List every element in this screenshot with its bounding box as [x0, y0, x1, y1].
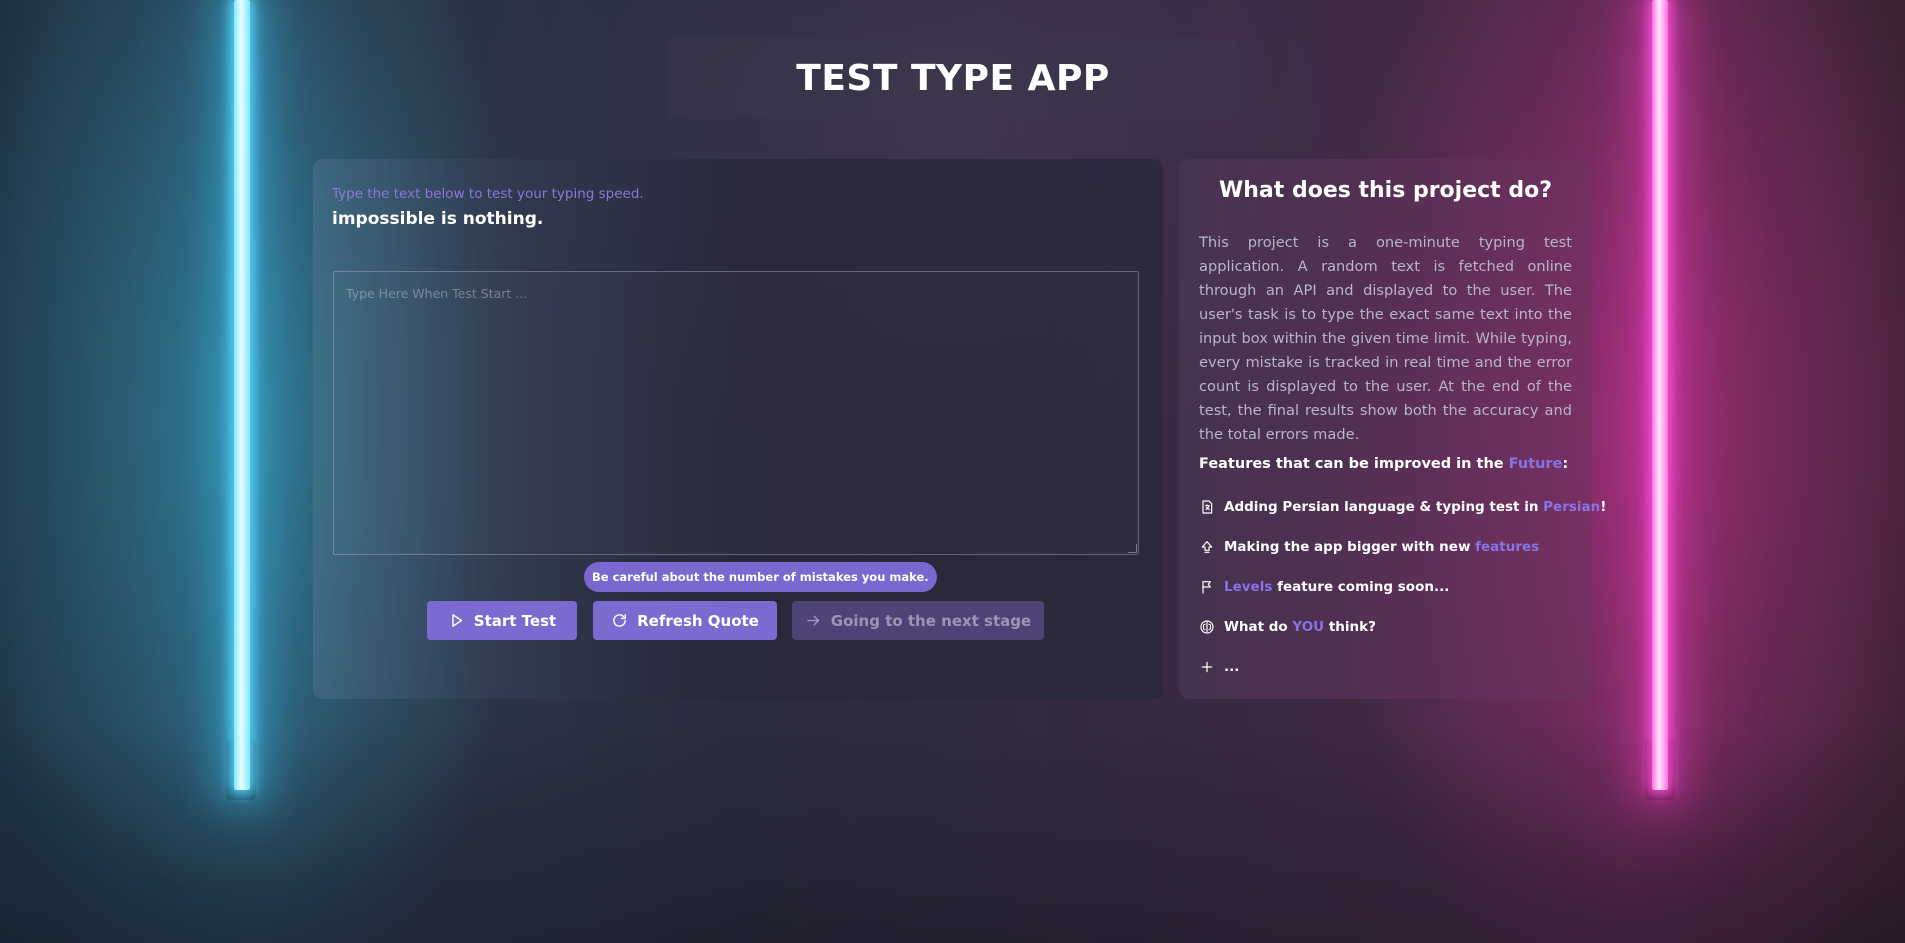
info-panel: What does this project do? This project … [1179, 159, 1606, 699]
feature-item-persian: Adding Persian language & typing test in… [1199, 499, 1606, 515]
feature-after-levels: feature coming soon... [1272, 579, 1450, 595]
features-title: Features that can be improved in the Fut… [1199, 456, 1568, 472]
feature-after-persian: ! [1600, 499, 1607, 515]
next-stage-label: Going to the next stage [830, 611, 1032, 630]
plus-icon [1201, 661, 1213, 673]
flag-icon [1202, 581, 1211, 594]
feature-after-more: ... [1224, 659, 1240, 675]
floor-shadow [0, 723, 1905, 943]
refresh-quote-label: Refresh Quote [637, 611, 759, 630]
typing-panel: Type the text below to test your typing … [313, 159, 1163, 699]
typing-input[interactable] [333, 271, 1139, 555]
feature-accent-you: YOU [1292, 619, 1325, 635]
instruction-text: Type the text below to test your typing … [332, 186, 644, 202]
header: TEST TYPE APP [668, 38, 1238, 118]
arrow-right-icon [806, 615, 819, 626]
start-test-label: Start Test [473, 611, 557, 630]
project-description: This project is a one-minute typing test… [1199, 234, 1572, 443]
feature-before-you: What do [1224, 619, 1293, 635]
features-title-accent: Future [1508, 456, 1563, 472]
refresh-icon [613, 614, 626, 627]
translate-icon [1202, 500, 1213, 514]
feature-item-bigger: Making the app bigger with new features [1199, 539, 1539, 555]
arrow-up-icon [1201, 541, 1213, 553]
feature-accent-persian: Persian [1543, 499, 1601, 515]
refresh-quote-button[interactable]: Refresh Quote [593, 601, 777, 640]
feature-text-levels: Levels feature coming soon... [1224, 579, 1449, 595]
feature-before-persian: Adding Persian language & typing test in [1224, 499, 1544, 515]
quote-text: impossible is nothing. [332, 209, 544, 229]
app-title: TEST TYPE APP [796, 57, 1110, 99]
next-stage-button[interactable]: Going to the next stage [792, 601, 1044, 640]
start-test-button[interactable]: Start Test [427, 601, 577, 640]
feature-item-levels: Levels feature coming soon... [1199, 579, 1449, 595]
feature-text-persian: Adding Persian language & typing test in… [1224, 499, 1606, 515]
feature-item-you: What do YOU think? [1199, 619, 1376, 635]
mistakes-tooltip: Be careful about the number of mistakes … [584, 562, 937, 592]
feature-item-more: ... [1199, 659, 1239, 675]
neon-tube-left [234, 0, 250, 790]
feature-text-more: ... [1224, 659, 1239, 675]
play-icon [452, 614, 462, 627]
features-title-prefix: Features that can be improved in the [1199, 456, 1509, 472]
feature-accent-levels: Levels [1224, 579, 1273, 595]
feature-text-bigger: Making the app bigger with new features [1224, 539, 1539, 555]
neon-tube-right [1652, 0, 1668, 790]
feature-accent-bigger: features [1475, 539, 1540, 555]
feature-before-bigger: Making the app bigger with new [1224, 539, 1476, 555]
features-title-suffix: : [1562, 456, 1569, 472]
resize-handle-icon[interactable] [1128, 544, 1137, 553]
brain-icon [1200, 620, 1214, 634]
info-heading: What does this project do? [1219, 178, 1552, 203]
feature-after-you: think? [1324, 619, 1376, 635]
feature-text-you: What do YOU think? [1224, 619, 1376, 635]
